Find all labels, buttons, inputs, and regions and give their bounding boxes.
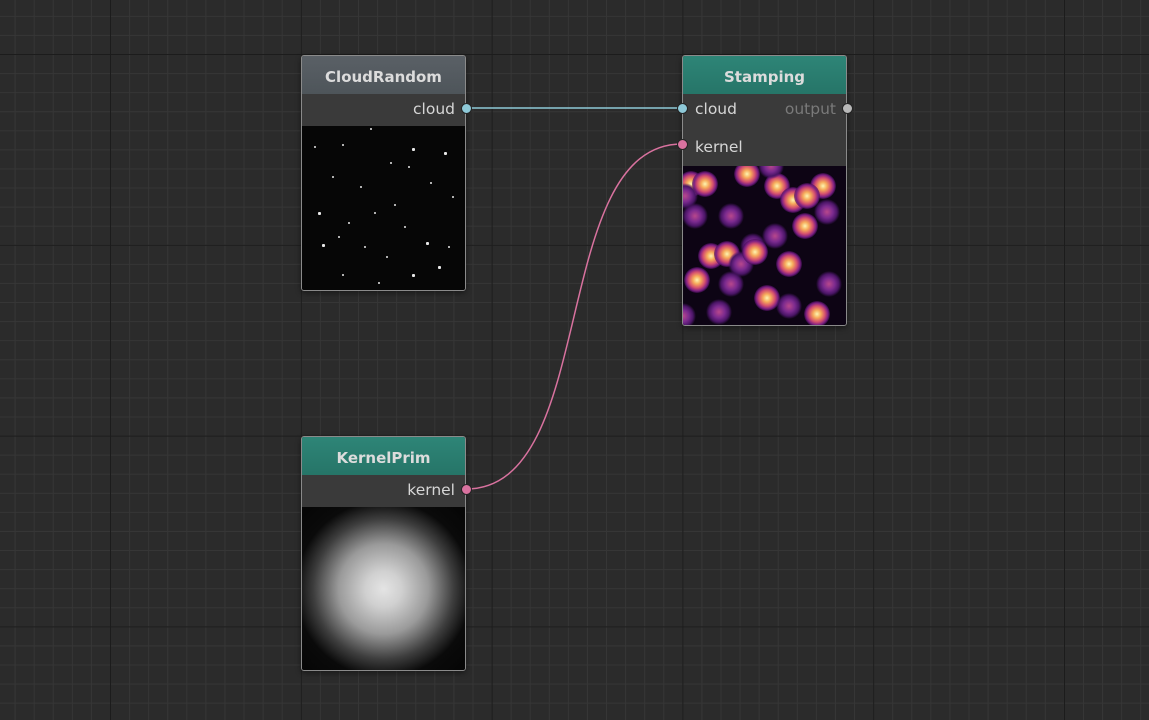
cloudrandom-node[interactable]: CloudRandom cloud bbox=[301, 55, 466, 291]
stamped-kernel-blob bbox=[776, 251, 802, 277]
point-cloud-preview bbox=[302, 126, 465, 290]
point-cloud-dot bbox=[370, 128, 372, 130]
point-cloud-dot bbox=[364, 246, 366, 248]
stamped-kernel-blob bbox=[816, 271, 842, 297]
stamped-kernel-blob bbox=[718, 203, 744, 229]
point-cloud-dot bbox=[342, 274, 344, 276]
stamped-kernel-blob bbox=[718, 271, 744, 297]
connections-layer bbox=[465, 107, 683, 490]
node-title[interactable]: KernelPrim bbox=[302, 437, 465, 475]
point-cloud-dot bbox=[412, 148, 415, 151]
stamped-kernels-preview bbox=[683, 166, 846, 325]
kernel-connection-wire[interactable] bbox=[465, 143, 683, 490]
node-title[interactable]: Stamping bbox=[683, 56, 846, 94]
stamped-kernel-blob bbox=[776, 293, 802, 319]
point-cloud-dot bbox=[338, 236, 340, 238]
stamping-cloud-input-port[interactable] bbox=[677, 103, 688, 114]
stamping-node[interactable]: Stamping cloud output kernel bbox=[682, 55, 847, 326]
point-cloud-dot bbox=[426, 242, 429, 245]
stamped-kernel-blob bbox=[742, 239, 768, 265]
gaussian-kernel-preview bbox=[302, 507, 465, 670]
kernelprim-kernel-output-port[interactable] bbox=[461, 484, 472, 495]
stamped-kernel-blob bbox=[684, 267, 710, 293]
output-port-label: cloud bbox=[413, 100, 455, 118]
point-cloud-dot bbox=[412, 274, 415, 277]
input-port-row-kernel: kernel bbox=[683, 126, 846, 166]
stamped-kernel-blob bbox=[814, 199, 840, 225]
point-cloud-dot bbox=[374, 212, 376, 214]
point-cloud-dot bbox=[438, 266, 441, 269]
point-cloud-dot bbox=[386, 256, 388, 258]
input-port-row-cloud: cloud output bbox=[683, 94, 846, 126]
stamping-kernel-input-port[interactable] bbox=[677, 139, 688, 150]
point-cloud-dot bbox=[430, 182, 432, 184]
point-cloud-dot bbox=[394, 204, 396, 206]
point-cloud-dot bbox=[322, 244, 325, 247]
output-port-row-kernel: kernel bbox=[302, 475, 465, 507]
point-cloud-dot bbox=[404, 226, 406, 228]
stamped-kernel-blob bbox=[683, 203, 708, 229]
point-cloud-dot bbox=[332, 176, 334, 178]
point-cloud-dot bbox=[452, 196, 454, 198]
point-cloud-dot bbox=[390, 162, 392, 164]
kernelprim-node[interactable]: KernelPrim kernel bbox=[301, 436, 466, 671]
input-port-label: kernel bbox=[695, 138, 743, 156]
stamped-kernel-blob bbox=[804, 301, 830, 325]
stamping-output-port[interactable] bbox=[842, 103, 853, 114]
output-port-label: output bbox=[784, 100, 836, 118]
node-title[interactable]: CloudRandom bbox=[302, 56, 465, 94]
point-cloud-dot bbox=[318, 212, 321, 215]
point-cloud-dot bbox=[360, 186, 362, 188]
stamped-kernel-blob bbox=[792, 213, 818, 239]
stamped-kernel-blob bbox=[683, 303, 696, 325]
input-port-label: cloud bbox=[695, 100, 737, 118]
cloudrandom-cloud-output-port[interactable] bbox=[461, 103, 472, 114]
point-cloud-dot bbox=[444, 152, 447, 155]
point-cloud-dot bbox=[348, 222, 350, 224]
stamped-kernel-blob bbox=[706, 299, 732, 325]
node-graph-canvas[interactable]: CloudRandom cloud Stamping cloud output … bbox=[0, 0, 1149, 720]
output-port-label: kernel bbox=[407, 481, 455, 499]
point-cloud-dot bbox=[408, 166, 410, 168]
stamped-kernel-blob bbox=[734, 166, 760, 187]
point-cloud-dot bbox=[342, 144, 344, 146]
point-cloud-dot bbox=[448, 246, 450, 248]
point-cloud-dot bbox=[314, 146, 316, 148]
point-cloud-dot bbox=[378, 282, 380, 284]
output-port-row-cloud: cloud bbox=[302, 94, 465, 126]
